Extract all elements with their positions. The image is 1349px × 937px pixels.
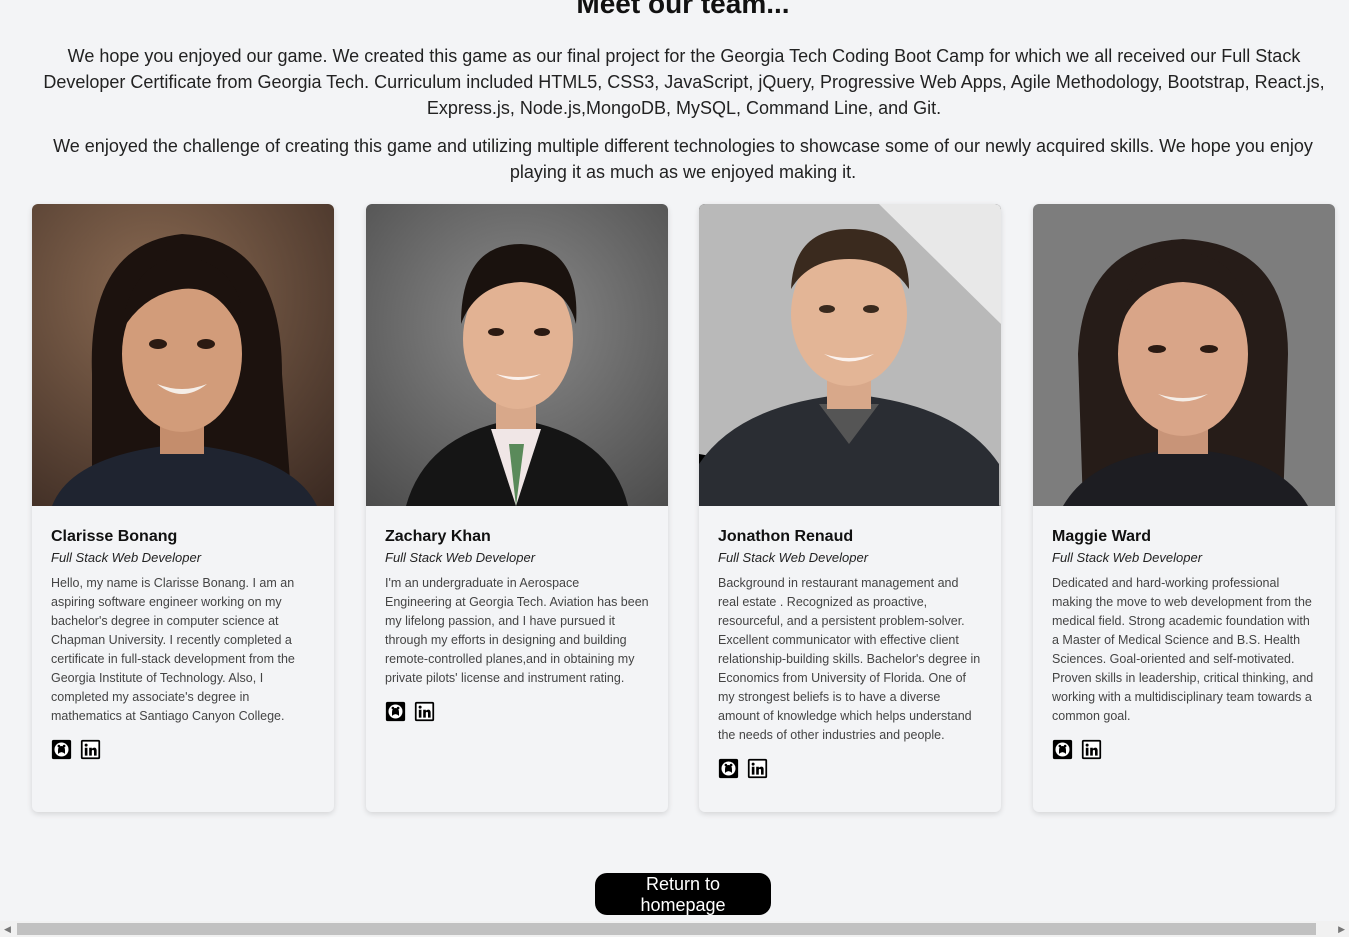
zachary-photo — [366, 204, 668, 506]
social-links — [1052, 739, 1316, 760]
team-card-zachary: Zachary Khan Full Stack Web Developer I'… — [366, 204, 668, 812]
team-card-maggie: Maggie Ward Full Stack Web Developer Ded… — [1033, 204, 1335, 812]
social-links — [385, 701, 649, 722]
social-links — [718, 758, 982, 779]
member-bio: Background in restaurant management and … — [718, 576, 981, 742]
scrollbar-thumb[interactable] — [17, 923, 1316, 935]
member-name: Zachary Khan — [385, 528, 491, 545]
intro-paragraph-2: We enjoyed the challenge of creating thi… — [53, 136, 1313, 182]
member-name: Maggie Ward — [1052, 528, 1151, 545]
linkedin-icon[interactable] — [80, 739, 101, 760]
jonathon-photo — [699, 204, 1001, 506]
clarisse-photo — [32, 204, 334, 506]
intro-paragraph-1: We hope you enjoyed our game. We created… — [43, 46, 1325, 118]
member-name: Clarisse Bonang — [51, 528, 178, 545]
member-role: Full Stack Web Developer — [718, 550, 869, 565]
member-role: Full Stack Web Developer — [1052, 550, 1203, 565]
linkedin-icon[interactable] — [1081, 739, 1102, 760]
github-icon[interactable] — [718, 758, 739, 779]
return-homepage-button[interactable]: Return to homepage — [595, 873, 771, 915]
member-bio: I'm an undergraduate in Aerospace Engine… — [385, 576, 649, 685]
linkedin-icon[interactable] — [414, 701, 435, 722]
scroll-right-arrow-icon[interactable]: ▶ — [1338, 924, 1345, 934]
page-title: Meet our team... — [576, 0, 790, 19]
team-card-jonathon: Jonathon Renaud Full Stack Web Developer… — [699, 204, 1001, 812]
member-bio: Hello, my name is Clarisse Bonang. I am … — [51, 576, 295, 723]
member-name: Jonathon Renaud — [718, 528, 854, 545]
member-bio: Dedicated and hard-working professional … — [1052, 576, 1314, 723]
team-card-clarisse: Clarisse Bonang Full Stack Web Developer… — [32, 204, 334, 812]
maggie-photo — [1033, 204, 1335, 506]
social-links — [51, 739, 315, 760]
github-icon[interactable] — [51, 739, 72, 760]
linkedin-icon[interactable] — [747, 758, 768, 779]
member-role: Full Stack Web Developer — [385, 550, 536, 565]
member-role: Full Stack Web Developer — [51, 550, 202, 565]
scroll-left-arrow-icon[interactable]: ◀ — [4, 924, 11, 934]
github-icon[interactable] — [385, 701, 406, 722]
horizontal-scrollbar[interactable]: ◀ ▶ — [0, 921, 1349, 937]
github-icon[interactable] — [1052, 739, 1073, 760]
